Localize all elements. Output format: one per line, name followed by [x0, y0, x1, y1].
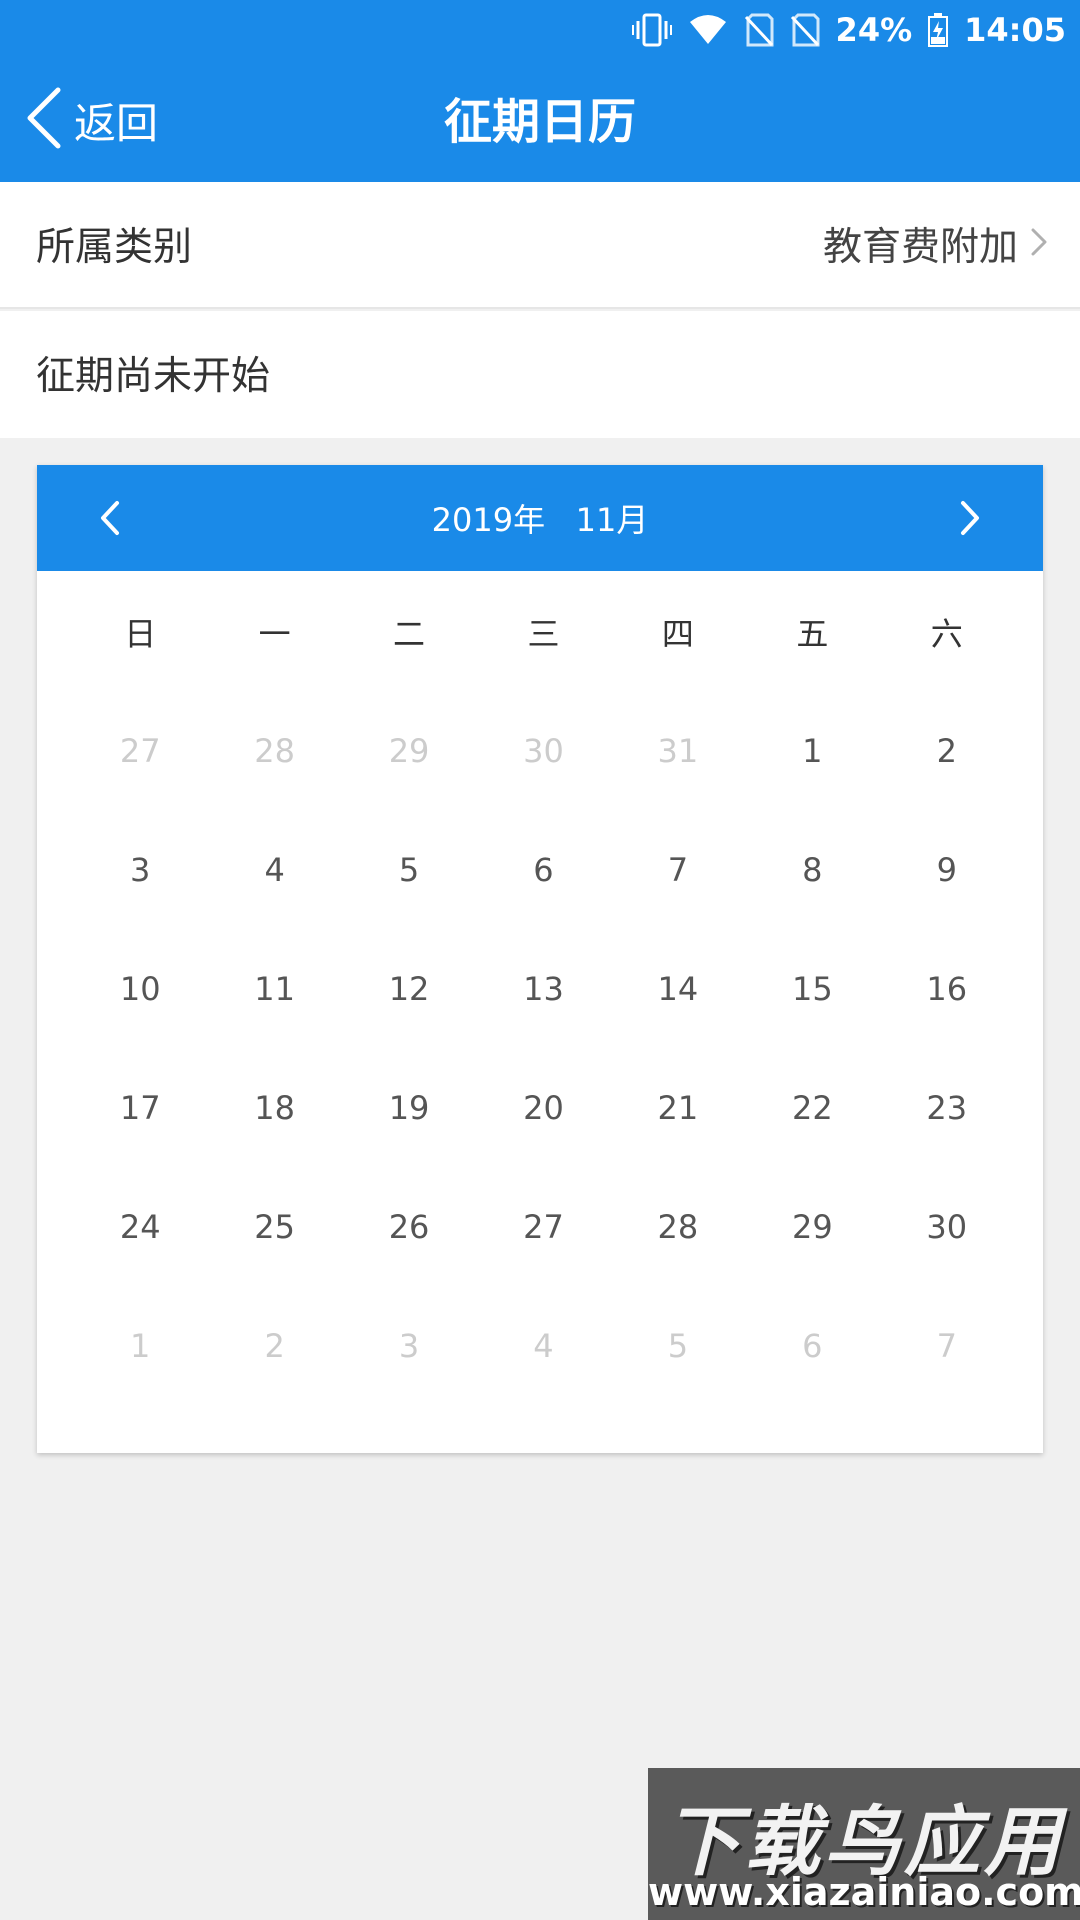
- battery-charging-icon: [928, 13, 949, 47]
- category-value-group: 教育费附加: [823, 216, 1048, 272]
- calendar-day[interactable]: 28: [611, 1208, 745, 1246]
- status-time: 14:05: [964, 11, 1066, 49]
- weekday-fri: 五: [796, 615, 829, 653]
- calendar-day[interactable]: 18: [207, 1089, 341, 1127]
- calendar-day-outside-month[interactable]: 28: [207, 732, 341, 770]
- app-header: 24% 14:05 返回 征期日历: [0, 0, 1080, 182]
- calendar-day[interactable]: 15: [745, 970, 879, 1008]
- calendar-week-row: 27 28 29 30 31 1 2: [37, 691, 1043, 810]
- calendar-day[interactable]: 16: [880, 970, 1014, 1008]
- no-sim-icon: [790, 13, 820, 47]
- calendar-day-outside-month[interactable]: 29: [342, 732, 476, 770]
- calendar-day[interactable]: 9: [880, 851, 1014, 889]
- calendar-day[interactable]: 26: [342, 1208, 476, 1246]
- calendar-day[interactable]: 1: [745, 732, 879, 770]
- chevron-right-icon: [1030, 222, 1048, 267]
- chevron-right-icon: [961, 501, 979, 535]
- weekday-wed: 三: [527, 615, 560, 653]
- calendar-day-outside-month[interactable]: 31: [611, 732, 745, 770]
- category-row[interactable]: 所属类别 教育费附加: [0, 182, 1080, 309]
- weekday-sat: 六: [930, 615, 963, 653]
- calendar-day[interactable]: 5: [342, 851, 476, 889]
- calendar-day[interactable]: 23: [880, 1089, 1014, 1127]
- calendar-day-outside-month[interactable]: 30: [476, 732, 610, 770]
- weekday-sun: 日: [124, 615, 157, 653]
- nav-bar: 返回 征期日历: [0, 60, 1080, 182]
- calendar-day-outside-month[interactable]: 4: [476, 1327, 610, 1365]
- calendar-day-outside-month[interactable]: 3: [342, 1327, 476, 1365]
- page-title: 征期日历: [443, 94, 636, 150]
- calendar-day[interactable]: 29: [745, 1208, 879, 1246]
- calendar-day[interactable]: 3: [73, 851, 207, 889]
- weekday-header-row: 日 一 二 三 四 五 六: [37, 573, 1043, 691]
- weekday-thu: 四: [661, 615, 694, 653]
- calendar-day[interactable]: 24: [73, 1208, 207, 1246]
- calendar-day[interactable]: 25: [207, 1208, 341, 1246]
- category-label: 所属类别: [36, 225, 193, 270]
- calendar-day[interactable]: 27: [476, 1208, 610, 1246]
- calendar-month-title: 2019年 11月: [431, 501, 649, 539]
- watermark-logo: 下载鸟应用 www.xiazainiao.com: [648, 1768, 1080, 1920]
- calendar-day-outside-month[interactable]: 27: [73, 732, 207, 770]
- period-status-text: 征期尚未开始: [36, 354, 271, 399]
- calendar-day-outside-month[interactable]: 6: [745, 1327, 879, 1365]
- status-bar: 24% 14:05: [0, 0, 1080, 60]
- calendar-day-outside-month[interactable]: 5: [611, 1327, 745, 1365]
- calendar-week-row: 1234567: [37, 1286, 1043, 1405]
- calendar-day-outside-month[interactable]: 1: [73, 1327, 207, 1365]
- status-row: 征期尚未开始: [0, 311, 1080, 438]
- category-value: 教育费附加: [822, 225, 1018, 270]
- vibrate-icon: [631, 13, 672, 47]
- calendar-day[interactable]: 6: [476, 851, 610, 889]
- calendar-day[interactable]: 19: [342, 1089, 476, 1127]
- calendar-day-outside-month[interactable]: 2: [207, 1327, 341, 1365]
- calendar-day[interactable]: 4: [207, 851, 341, 889]
- calendar-day[interactable]: 30: [880, 1208, 1014, 1246]
- weekday-tue: 二: [393, 615, 426, 653]
- calendar-day[interactable]: 10: [73, 970, 207, 1008]
- battery-percent: 24%: [835, 11, 913, 49]
- calendar-week-row: 24 25 26 27 28 29 30: [37, 1167, 1043, 1286]
- calendar-day[interactable]: 2: [880, 732, 1014, 770]
- calendar-day[interactable]: 14: [611, 970, 745, 1008]
- calendar-day[interactable]: 11: [207, 970, 341, 1008]
- calendar-header: 2019年 11月: [37, 465, 1043, 571]
- watermark-url: www.xiazainiao.com: [648, 1870, 1080, 1914]
- calendar-day[interactable]: 8: [745, 851, 879, 889]
- calendar-day[interactable]: 22: [745, 1089, 879, 1127]
- weekday-mon: 一: [258, 615, 291, 653]
- calendar-week-row: 3456789: [37, 810, 1043, 929]
- status-icons: 24% 14:05: [631, 6, 1066, 54]
- calendar-week-row: 17 18 19 20 21 22 23: [37, 1048, 1043, 1167]
- calendar-day-outside-month[interactable]: 7: [880, 1327, 1014, 1365]
- next-month-button[interactable]: [949, 498, 989, 538]
- calendar-grid: 日 一 二 三 四 五 六 27 28 29 30 31 1 2 3 4 5 6 7 8 9 10 11 12 1…: [37, 571, 1043, 1405]
- calendar-weeks: 27 28 29 30 31 1 2 3 4 5 6 7 8 9 10 11 12 13 14 15 16 17 18 19 2…: [37, 691, 1043, 1405]
- wifi-icon: [688, 14, 728, 46]
- calendar-week-row: 10 11 12 13 14 15 16: [37, 929, 1043, 1048]
- calendar-day[interactable]: 13: [476, 970, 610, 1008]
- calendar: 2019年 11月 日 一 二 三 四 五 六 27 28 29 30 31 1 2 3 4 5 6…: [37, 465, 1043, 1453]
- calendar-day[interactable]: 7: [611, 851, 745, 889]
- calendar-day[interactable]: 21: [611, 1089, 745, 1127]
- calendar-day[interactable]: 17: [73, 1089, 207, 1127]
- calendar-day[interactable]: 12: [342, 970, 476, 1008]
- no-sim-icon: [744, 13, 774, 47]
- calendar-day[interactable]: 20: [476, 1089, 610, 1127]
